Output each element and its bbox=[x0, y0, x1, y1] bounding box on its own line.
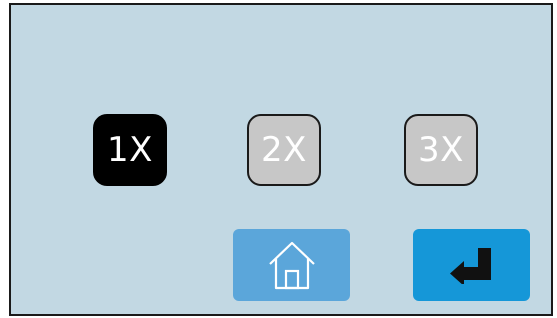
multiplier-screen: 1X 2X 3X bbox=[9, 3, 553, 316]
multiplier-1x-button[interactable]: 1X bbox=[93, 114, 167, 186]
home-icon bbox=[265, 237, 319, 293]
multiplier-2x-button[interactable]: 2X bbox=[247, 114, 321, 186]
home-button[interactable] bbox=[233, 229, 350, 301]
enter-button[interactable] bbox=[413, 229, 530, 301]
enter-icon bbox=[448, 246, 496, 284]
multiplier-3x-button[interactable]: 3X bbox=[404, 114, 478, 186]
